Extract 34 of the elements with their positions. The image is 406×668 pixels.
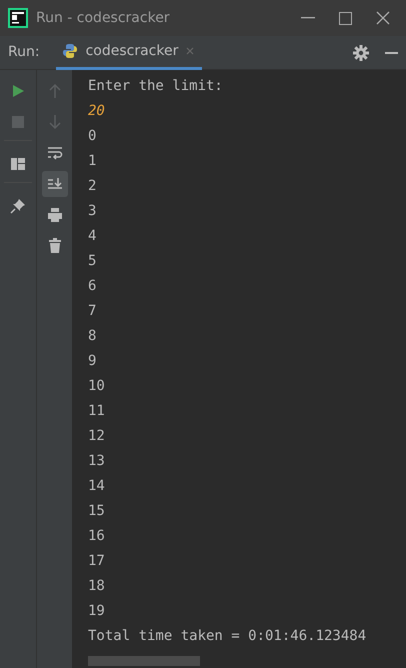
output-text: 6 <box>88 277 98 296</box>
run-label: Run: <box>8 43 40 62</box>
output-text: 14 <box>88 477 106 496</box>
output-text: Total time taken = 0:01:46.123484 <box>88 627 368 646</box>
output-text: 12 <box>88 427 106 446</box>
run-tab[interactable]: codescracker <box>56 36 202 70</box>
output-text: 9 <box>88 352 98 371</box>
output-text: 10 <box>88 377 106 396</box>
output-text: 5 <box>88 252 98 271</box>
output-text: 18 <box>88 577 106 596</box>
window-title: Run - codescracker <box>36 8 170 28</box>
output-text: 13 <box>88 452 106 471</box>
output-text: Enter the limit: <box>88 77 224 96</box>
scrollbar[interactable] <box>88 656 200 666</box>
output-text: 11 <box>88 402 106 421</box>
output-text: 16 <box>88 527 106 546</box>
scroll-to-end-icon[interactable] <box>42 171 68 197</box>
output-text: 17 <box>88 552 106 571</box>
close-icon[interactable] <box>376 11 390 25</box>
input-text: 20 <box>88 102 106 121</box>
app-logo <box>8 8 28 28</box>
maximize-icon[interactable] <box>339 12 352 24</box>
output-text: 15 <box>88 502 106 521</box>
output-text: 8 <box>88 327 98 346</box>
output-text: 2 <box>88 177 98 196</box>
output-text: 7 <box>88 302 98 321</box>
settings-icon[interactable] <box>353 44 369 60</box>
output-text: 4 <box>88 227 98 246</box>
output-text: 0 <box>88 127 98 146</box>
output-text: 19 <box>88 602 106 621</box>
output-text: 1 <box>88 152 98 171</box>
minimize-icon[interactable] <box>301 17 315 19</box>
output-text: 3 <box>88 202 98 221</box>
python-icon <box>62 43 78 59</box>
